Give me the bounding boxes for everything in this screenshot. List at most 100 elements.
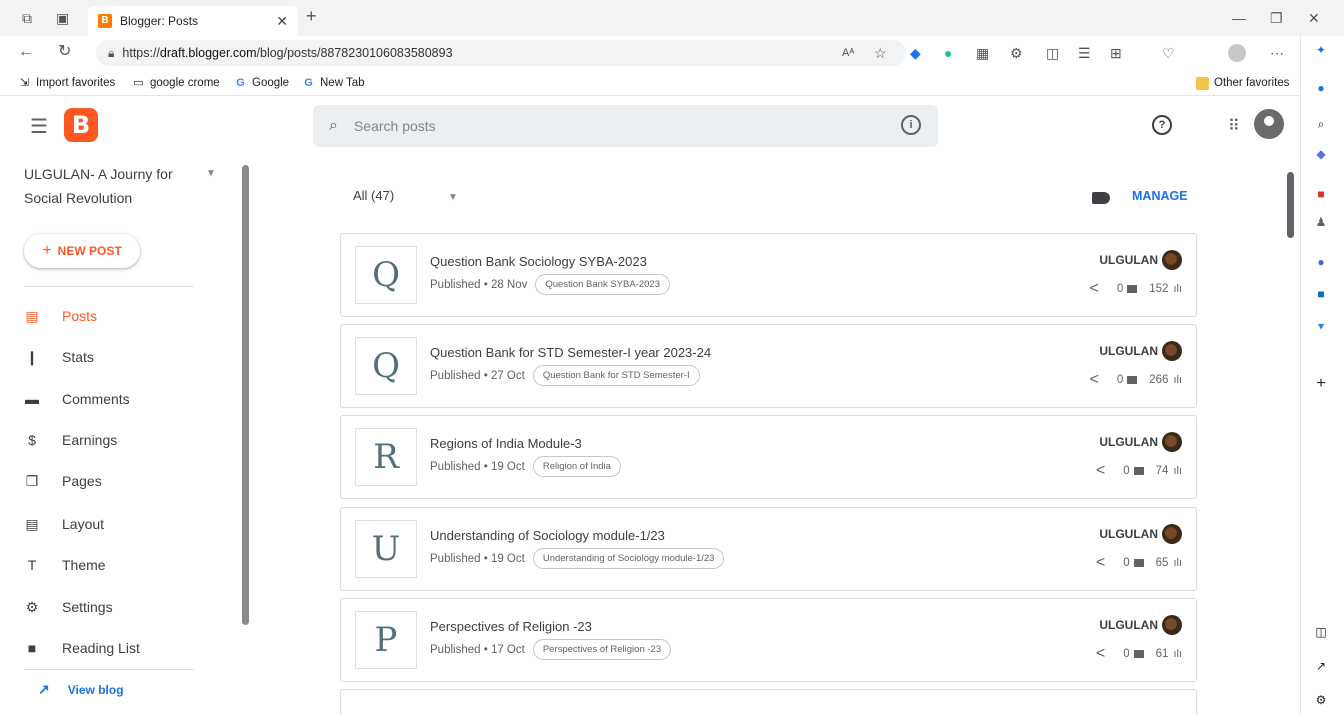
sidebar-item-comments[interactable]: ▬ Comments xyxy=(24,386,214,412)
extension-2-icon[interactable]: ▦ xyxy=(976,43,989,63)
post-title[interactable]: Question Bank Sociology SYBA-2023 xyxy=(430,254,647,269)
games-icon[interactable]: ♟ xyxy=(1311,212,1331,232)
restore-icon[interactable]: ❐ xyxy=(1270,8,1283,28)
sidebar-item-earnings[interactable]: $ Earnings xyxy=(24,427,214,453)
share-icon[interactable]: < xyxy=(1096,462,1105,480)
new-post-button[interactable]: + NEW POST xyxy=(24,234,140,268)
post-row-partial[interactable] xyxy=(340,689,1197,715)
favorite-new-tab[interactable]: G New Tab xyxy=(302,74,364,92)
post-row[interactable]: R Regions of India Module-3 Published • … xyxy=(340,415,1197,499)
share-icon[interactable]: < xyxy=(1096,554,1105,572)
grammarly-icon[interactable]: ● xyxy=(944,43,952,63)
sidebar-item-stats[interactable]: ❙ Stats xyxy=(24,344,214,370)
sidebar-settings-icon[interactable]: ⚙ xyxy=(1311,690,1331,710)
post-label-chip[interactable]: Perspectives of Religion -23 xyxy=(532,639,672,660)
author-avatar xyxy=(1162,341,1182,361)
read-aloud-icon[interactable]: Aᴬ xyxy=(842,43,854,63)
favorites-icon[interactable]: ☰ xyxy=(1078,43,1091,63)
sidebar-item-theme[interactable]: Τ Theme xyxy=(24,552,214,578)
extension-icon[interactable]: ◆ xyxy=(910,43,921,63)
profile-icon[interactable] xyxy=(1228,44,1246,62)
add-sidebar-icon[interactable]: + xyxy=(1311,374,1331,394)
browser-tab[interactable]: B Blogger: Posts ✕ xyxy=(88,6,298,36)
split-screen-icon[interactable]: ◫ xyxy=(1046,43,1059,63)
hamburger-menu-icon[interactable]: ☰ xyxy=(30,114,48,139)
sidebar-item-pages[interactable]: ❐ Pages xyxy=(24,468,214,494)
post-row[interactable]: P Perspectives of Religion -23 Published… xyxy=(340,598,1197,682)
comment-icon xyxy=(1127,285,1138,293)
favorite-star-icon[interactable]: ☆ xyxy=(874,43,887,63)
hide-sidebar-icon[interactable]: ◫ xyxy=(1311,622,1331,642)
chevron-down-icon[interactable]: ▼ xyxy=(448,192,458,203)
tools-icon[interactable]: ■ xyxy=(1311,184,1331,204)
shopping-icon[interactable]: ◆ xyxy=(1311,144,1331,164)
post-label-chip[interactable]: Understanding of Sociology module-1/23 xyxy=(532,548,725,569)
view-count: 61 xyxy=(1155,648,1169,660)
sidebar-item-posts[interactable]: ▤ Posts xyxy=(24,303,214,329)
share-icon[interactable]: < xyxy=(1096,645,1105,663)
google-icon: G xyxy=(304,76,313,89)
minimize-icon[interactable]: — xyxy=(1232,8,1246,28)
search-info-icon[interactable]: i xyxy=(901,115,921,135)
performance-icon[interactable]: ♡ xyxy=(1162,43,1175,63)
extensions-icon[interactable]: ⚙ xyxy=(1010,43,1023,63)
favorite-google-crome[interactable]: ▭ google crome xyxy=(132,74,219,92)
blog-selector-caret-icon[interactable]: ▼ xyxy=(206,168,216,179)
post-row[interactable]: Q Question Bank Sociology SYBA-2023 Publ… xyxy=(340,233,1197,317)
post-label-chip[interactable]: Question Bank SYBA-2023 xyxy=(535,274,670,295)
sidebar-item-reading-list[interactable]: ■ Reading List xyxy=(24,635,214,661)
sidebar-item-settings[interactable]: ⚙ Settings xyxy=(24,594,214,620)
workspaces-icon[interactable]: ⧉ xyxy=(22,8,32,28)
outlook-icon[interactable]: ■ xyxy=(1311,284,1331,304)
search-bar[interactable]: ⌕ Search posts xyxy=(313,105,938,147)
more-icon[interactable]: ⋯ xyxy=(1270,43,1284,63)
post-meta: Published • 19 Oct Understanding of Soci… xyxy=(430,548,725,569)
comment-count: 0 xyxy=(1123,465,1130,477)
search-input[interactable]: Search posts xyxy=(354,118,436,134)
manage-labels-button[interactable]: MANAGE xyxy=(1132,189,1188,203)
comment-icon xyxy=(1127,376,1138,384)
new-tab-icon[interactable]: + xyxy=(306,6,317,26)
microsoft365-icon[interactable]: ● xyxy=(1311,252,1331,272)
post-title[interactable]: Understanding of Sociology module-1/23 xyxy=(430,528,665,543)
content-scrollbar[interactable] xyxy=(1287,172,1294,238)
post-thumbnail: P xyxy=(355,611,417,669)
back-icon[interactable]: ← xyxy=(18,42,34,62)
view-blog-link[interactable]: ↗ View blog xyxy=(38,681,124,698)
post-row[interactable]: Q Question Bank for STD Semester-I year … xyxy=(340,324,1197,408)
post-title[interactable]: Regions of India Module-3 xyxy=(430,436,582,451)
tab-actions-icon[interactable]: ▣ xyxy=(56,8,69,28)
help-icon[interactable]: ? xyxy=(1152,115,1172,135)
post-filter-dropdown[interactable]: All (47) xyxy=(353,188,394,203)
blog-selector[interactable]: ULGULAN- A Journy for Social Revolution xyxy=(24,162,184,210)
post-label-chip[interactable]: Religion of India xyxy=(532,456,621,477)
favorite-google[interactable]: G Google xyxy=(234,74,289,92)
collections-icon[interactable]: ⊞ xyxy=(1110,43,1122,63)
post-row[interactable]: U Understanding of Sociology module-1/23… xyxy=(340,507,1197,591)
window-close-icon[interactable]: ✕ xyxy=(1308,8,1320,28)
search-sidebar-icon[interactable]: ⌕ xyxy=(1311,114,1331,134)
favorite-import[interactable]: ⇲ Import favorites xyxy=(18,74,115,92)
close-tab-icon[interactable]: ✕ xyxy=(276,13,288,30)
sidebar-item-layout[interactable]: ▤ Layout xyxy=(24,511,214,537)
post-title[interactable]: Perspectives of Religion -23 xyxy=(430,619,592,634)
address-bar[interactable]: 🔒︎ https://draft.blogger.com/blog/posts/… xyxy=(96,40,906,66)
share-icon[interactable]: < xyxy=(1090,371,1099,389)
blogger-logo[interactable]: B xyxy=(64,108,98,142)
drop-icon[interactable]: ▾ xyxy=(1311,316,1331,336)
import-icon: ⇲ xyxy=(19,76,30,89)
account-avatar[interactable] xyxy=(1254,109,1284,139)
settings-icon: ⚙ xyxy=(25,599,39,615)
post-stats: <0 266 ılı xyxy=(1090,371,1183,389)
share-icon[interactable]: < xyxy=(1090,280,1099,298)
label-icon[interactable] xyxy=(1092,192,1110,204)
sidebar-scrollbar[interactable] xyxy=(242,165,249,625)
external-link-icon[interactable]: ↗ xyxy=(1311,656,1331,676)
apps-grid-icon[interactable]: ⠿ xyxy=(1228,116,1240,136)
post-title[interactable]: Question Bank for STD Semester-I year 20… xyxy=(430,345,711,360)
post-label-chip[interactable]: Question Bank for STD Semester-I xyxy=(532,365,700,386)
refresh-icon[interactable]: ↻ xyxy=(58,42,71,62)
other-favorites[interactable]: Other favorites xyxy=(1196,74,1289,92)
copilot-icon[interactable]: ✦ xyxy=(1311,40,1331,60)
notifications-icon[interactable]: ● xyxy=(1311,78,1331,98)
